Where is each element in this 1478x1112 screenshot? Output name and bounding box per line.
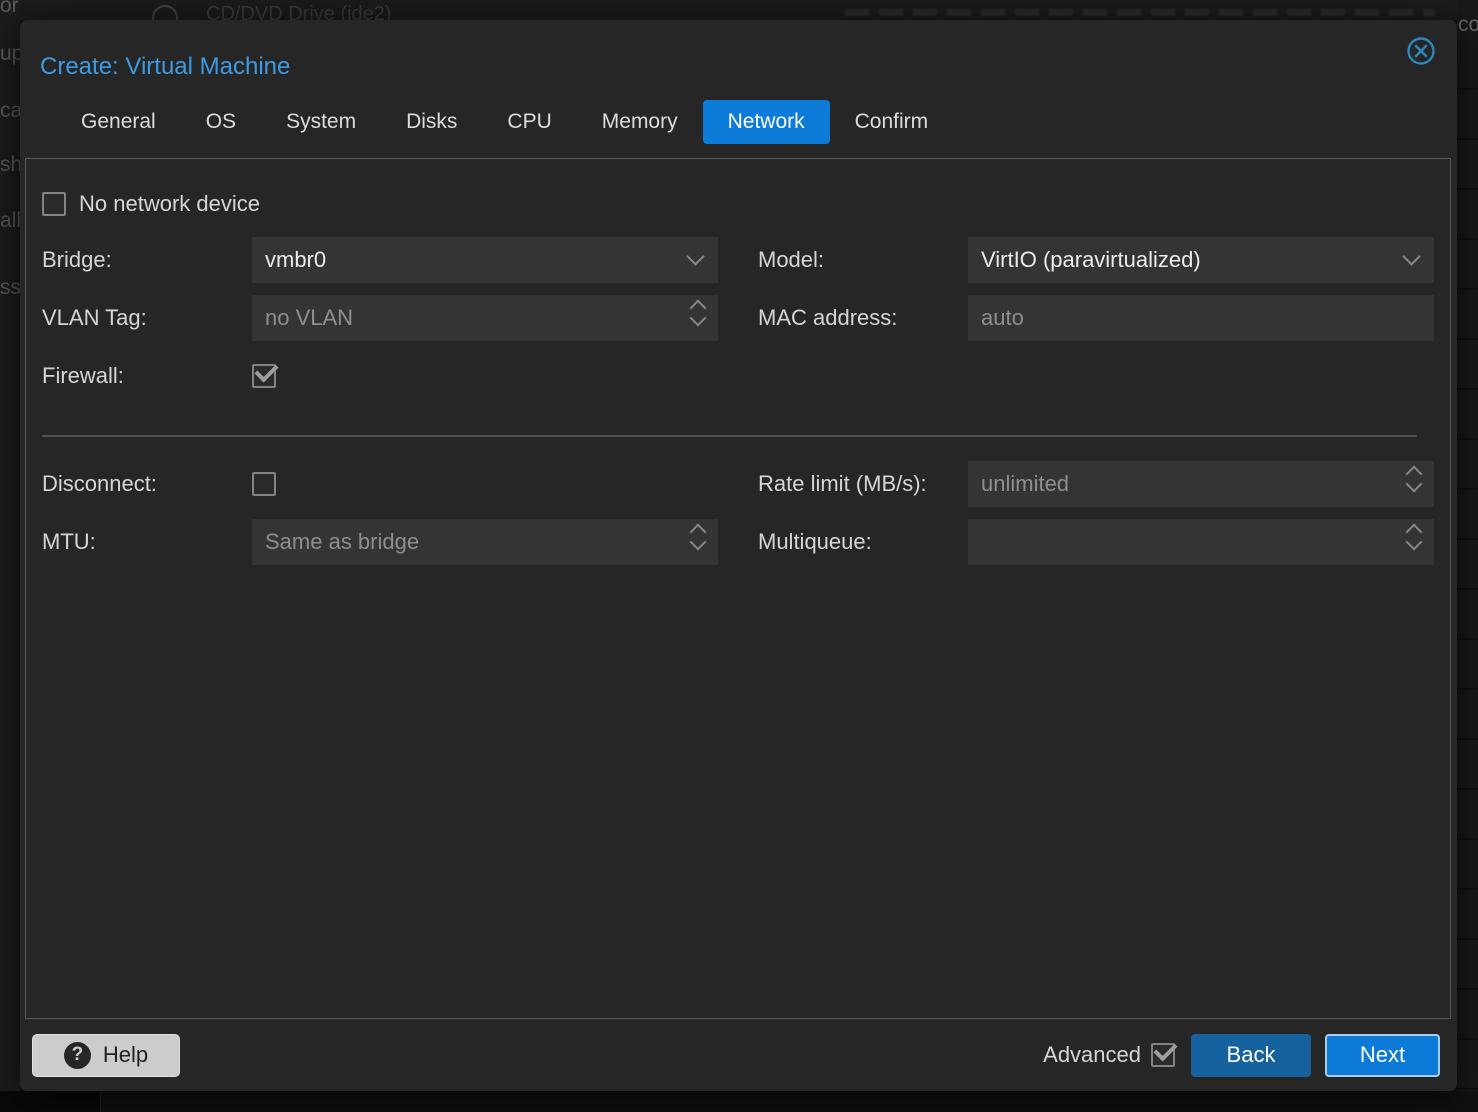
background-illegible-text [845,9,1435,16]
spinner-up-down-icon[interactable] [692,302,704,324]
help-button-label: Help [103,1042,148,1068]
sidebar-fragment: all [0,209,20,233]
mtu-label: MTU: [42,529,252,555]
footer-actions: Advanced Back Next [1043,1034,1440,1077]
spinner-up-down-icon[interactable] [1408,468,1420,490]
background-hardware-row: CD/DVD Drive (ide2) [0,0,1478,20]
tab-memory[interactable]: Memory [577,100,703,144]
create-vm-dialog: Create: Virtual Machine General OS Syste… [20,20,1457,1091]
model-label: Model: [758,247,968,273]
dialog-footer: ? Help Advanced Back Next [20,1019,1457,1091]
mac-address-field[interactable] [968,295,1434,341]
rate-limit-input[interactable] [981,471,1390,497]
sidebar-fragment: ss [0,276,20,300]
no-network-device-label: No network device [79,191,260,217]
question-mark-icon: ? [64,1042,91,1069]
vlan-tag-label: VLAN Tag: [42,305,252,331]
close-icon[interactable] [1407,37,1435,65]
background-bottom-strip [0,1091,1478,1112]
sidebar-fragment: sh [0,153,20,177]
firewall-cell [252,353,718,399]
firewall-label: Firewall: [42,363,252,389]
vlan-tag-spinnerfield[interactable] [252,295,718,341]
background-bottom-divider [100,1091,101,1112]
vlan-tag-input[interactable] [265,305,674,331]
background-right-fragment: co [1458,13,1478,37]
model-combobox[interactable] [968,237,1434,283]
disconnect-checkbox[interactable] [252,472,276,496]
background-sidebar-fragments: or up ca sh all ss [0,0,20,1091]
cd-dvd-disc-icon [152,5,178,20]
tab-cpu[interactable]: CPU [482,100,576,144]
disconnect-cell [252,461,718,507]
firewall-checkbox[interactable] [252,364,276,388]
wizard-tab-bar: General OS System Disks CPU Memory Netwo… [56,98,953,146]
spinner-up-down-icon[interactable] [692,526,704,548]
chevron-down-icon[interactable] [689,250,702,263]
tab-network[interactable]: Network [703,100,830,144]
background-row-text: CD/DVD Drive (ide2) [206,3,392,20]
advanced-section-divider [42,435,1417,437]
multiqueue-spinnerfield[interactable] [968,519,1434,565]
background-table-edge: co [1457,0,1478,1112]
mtu-input[interactable] [265,529,674,555]
chevron-down-icon[interactable] [1405,250,1418,263]
no-network-device-checkbox[interactable] [42,192,66,216]
advanced-checkbox[interactable] [1151,1043,1175,1067]
multiqueue-label: Multiqueue: [758,529,968,555]
bridge-label: Bridge: [42,247,252,273]
network-form-panel: No network device Bridge: Model: VLAN Ta… [25,158,1451,1019]
next-button[interactable]: Next [1325,1034,1440,1077]
disconnect-label: Disconnect: [42,471,252,497]
spinner-up-down-icon[interactable] [1408,526,1420,548]
sidebar-fragment: or [0,0,19,18]
back-button[interactable]: Back [1191,1034,1311,1077]
mac-address-label: MAC address: [758,305,968,331]
network-form-grid: Bridge: Model: VLAN Tag: MAC address: [42,237,1434,565]
rate-limit-label: Rate limit (MB/s): [758,471,968,497]
no-network-device-row: No network device [42,191,1434,217]
tab-disks[interactable]: Disks [381,100,482,144]
tab-os[interactable]: OS [181,100,261,144]
help-button[interactable]: ? Help [32,1034,180,1077]
tab-confirm[interactable]: Confirm [830,100,954,144]
bridge-input[interactable] [265,247,674,273]
tab-general[interactable]: General [56,100,181,144]
rate-limit-spinnerfield[interactable] [968,461,1434,507]
multiqueue-input[interactable] [981,529,1390,555]
model-input[interactable] [981,247,1390,273]
sidebar-fragment: up [0,42,20,66]
tab-system[interactable]: System [261,100,381,144]
background-bottom-dark-segment [0,1091,100,1112]
advanced-label: Advanced [1043,1042,1141,1068]
bridge-combobox[interactable] [252,237,718,283]
dialog-title: Create: Virtual Machine [40,53,290,81]
mac-address-input[interactable] [981,305,1390,331]
mtu-spinnerfield[interactable] [252,519,718,565]
sidebar-fragment: ca [0,99,20,123]
